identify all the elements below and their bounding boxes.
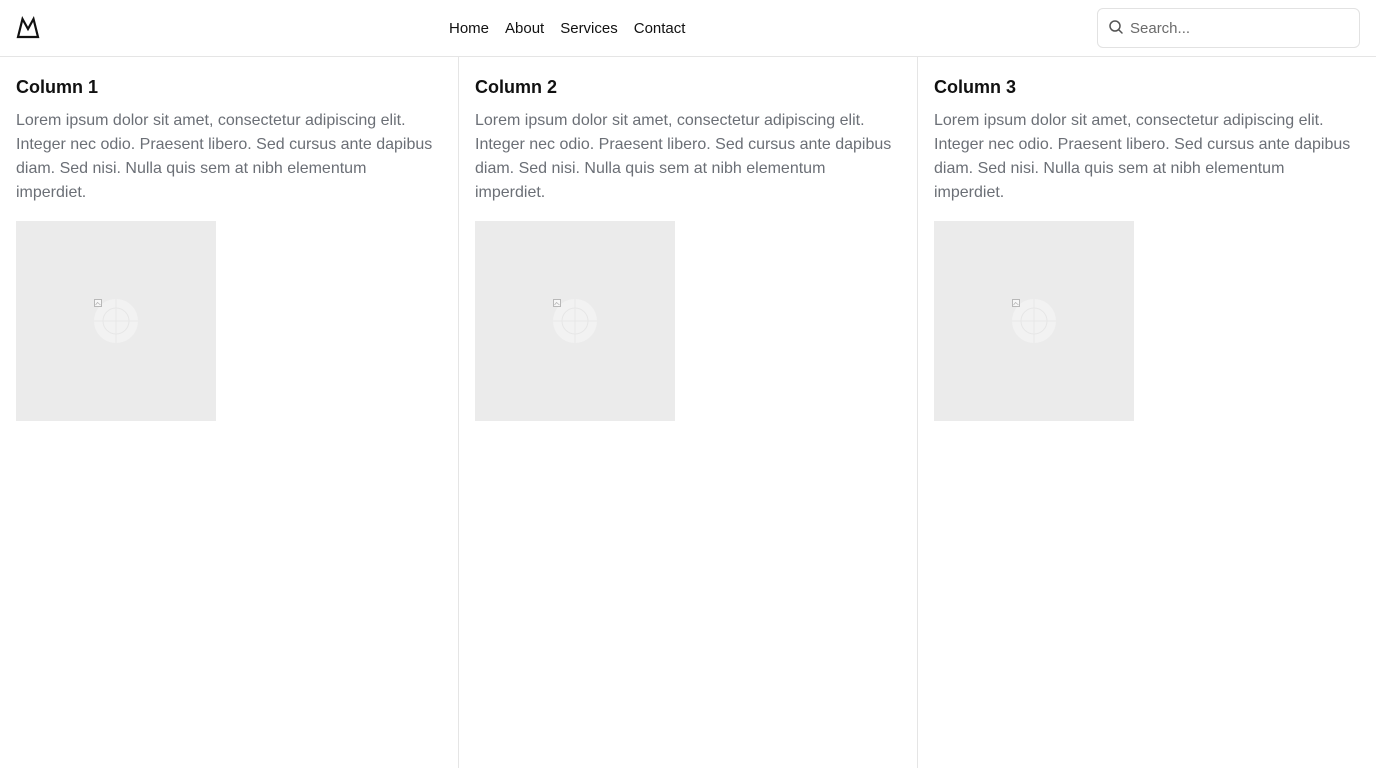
- nav-link-contact[interactable]: Contact: [634, 20, 686, 37]
- mountain-logo-icon[interactable]: [16, 16, 40, 40]
- search-box[interactable]: [1097, 8, 1360, 48]
- search-icon: [1109, 20, 1123, 34]
- nav-link-services[interactable]: Services: [560, 20, 618, 37]
- image-placeholder-icon: [1012, 299, 1056, 343]
- image-placeholder-icon: [553, 299, 597, 343]
- site-header: Home About Services Contact: [0, 0, 1376, 57]
- column-1: Column 1 Lorem ipsum dolor sit amet, con…: [0, 57, 459, 768]
- nav-link-home[interactable]: Home: [449, 20, 489, 37]
- image-placeholder: [475, 221, 675, 421]
- image-placeholder: [934, 221, 1134, 421]
- column-text: Lorem ipsum dolor sit amet, consectetur …: [475, 112, 892, 201]
- search-input[interactable]: [1130, 9, 1355, 47]
- column-text: Lorem ipsum dolor sit amet, consectetur …: [16, 112, 433, 201]
- column-title: Column 2: [475, 77, 558, 97]
- column-2: Column 2 Lorem ipsum dolor sit amet, con…: [459, 57, 918, 768]
- columns-section: Column 1 Lorem ipsum dolor sit amet, con…: [0, 57, 1376, 768]
- column-title: Column 3: [934, 77, 1017, 97]
- image-placeholder-icon: [94, 299, 138, 343]
- nav-link-about[interactable]: About: [505, 20, 544, 37]
- column-3: Column 3 Lorem ipsum dolor sit amet, con…: [918, 57, 1376, 768]
- image-placeholder: [16, 221, 216, 421]
- main-nav: Home About Services Contact: [449, 0, 685, 56]
- column-text: Lorem ipsum dolor sit amet, consectetur …: [934, 112, 1351, 201]
- column-title: Column 1: [16, 77, 99, 97]
